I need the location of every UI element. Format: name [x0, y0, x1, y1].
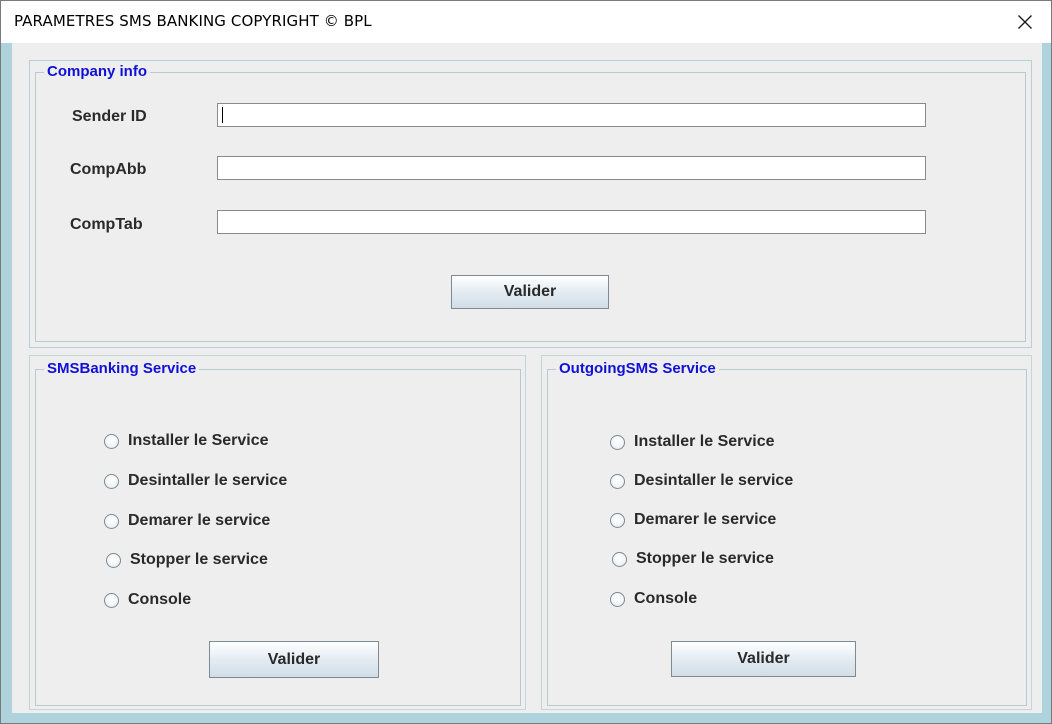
smsbanking-option-console[interactable]: Console	[104, 591, 191, 609]
title-bar: PARAMETRES SMS BANKING COPYRIGHT © BPL	[1, 1, 1051, 43]
compabb-label: CompAbb	[70, 161, 147, 178]
sender-id-label: Sender ID	[72, 108, 147, 125]
close-button[interactable]	[999, 1, 1051, 43]
radio-button[interactable]	[104, 433, 119, 449]
sender-id-input[interactable]	[217, 103, 926, 127]
radio-label: Stopper le service	[636, 550, 774, 567]
outgoingsms-option-stop[interactable]: Stopper le service	[612, 550, 774, 568]
outgoingsms-submit-button[interactable]: Valider	[671, 641, 856, 677]
radio-button[interactable]	[104, 513, 119, 529]
radio-button[interactable]	[106, 552, 121, 568]
radio-button[interactable]	[610, 512, 625, 528]
radio-button[interactable]	[104, 473, 119, 489]
radio-button[interactable]	[610, 434, 625, 450]
smsbanking-legend: SMSBanking Service	[44, 360, 200, 378]
settings-window: PARAMETRES SMS BANKING COPYRIGHT © BPL C…	[0, 0, 1052, 724]
compabb-input[interactable]	[217, 156, 926, 180]
outgoingsms-option-start[interactable]: Demarer le service	[610, 511, 776, 529]
radio-label: Console	[128, 591, 192, 608]
outgoingsms-option-uninstall[interactable]: Desintaller le service	[610, 472, 793, 490]
company-info-legend: Company info	[44, 63, 150, 81]
smsbanking-option-start[interactable]: Demarer le service	[104, 512, 270, 530]
smsbanking-option-stop[interactable]: Stopper le service	[106, 551, 268, 569]
close-icon	[1018, 15, 1032, 29]
smsbanking-option-install[interactable]: Installer le Service	[104, 432, 269, 450]
radio-label: Installer le Service	[128, 432, 269, 449]
window-content: Company info Sender ID CompAbb CompTab V…	[12, 43, 1042, 713]
outgoingsms-option-install[interactable]: Installer le Service	[610, 433, 775, 451]
company-info-submit-button[interactable]: Valider	[451, 275, 609, 309]
radio-button[interactable]	[610, 473, 625, 489]
radio-label: Installer le Service	[634, 433, 775, 450]
radio-label: Desintaller le service	[634, 472, 794, 489]
comptab-input[interactable]	[217, 210, 926, 234]
radio-button[interactable]	[610, 591, 625, 607]
smsbanking-submit-button[interactable]: Valider	[209, 641, 379, 678]
radio-label: Stopper le service	[130, 551, 268, 568]
radio-label: Demarer le service	[634, 511, 777, 528]
comptab-label: CompTab	[70, 216, 143, 233]
radio-button[interactable]	[612, 551, 627, 567]
outgoingsms-option-console[interactable]: Console	[610, 590, 697, 608]
smsbanking-option-uninstall[interactable]: Desintaller le service	[104, 472, 287, 490]
radio-label: Desintaller le service	[128, 472, 288, 489]
outgoingsms-legend: OutgoingSMS Service	[556, 360, 719, 378]
radio-button[interactable]	[104, 592, 119, 608]
window-title: PARAMETRES SMS BANKING COPYRIGHT © BPL	[14, 12, 372, 30]
text-caret	[222, 107, 223, 123]
radio-label: Demarer le service	[128, 512, 271, 529]
radio-label: Console	[634, 590, 698, 607]
